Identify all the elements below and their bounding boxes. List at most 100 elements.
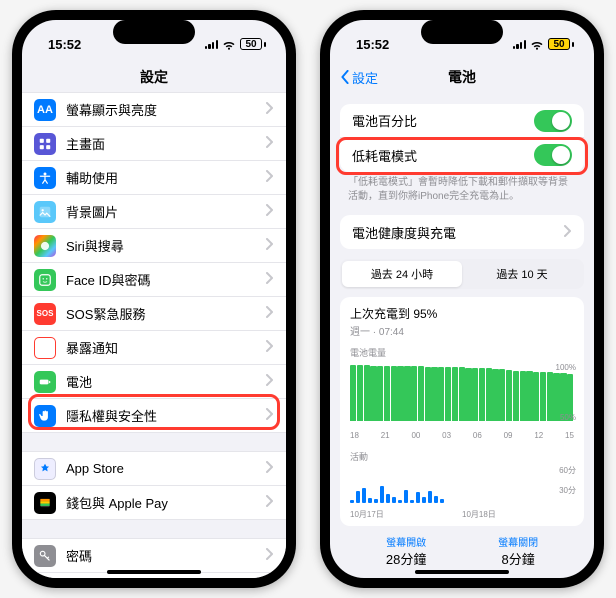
battery-icon bbox=[34, 371, 56, 393]
home-indicator bbox=[415, 570, 509, 574]
last-charge-time: 週一 · 07:44 bbox=[350, 323, 574, 338]
seg-24h[interactable]: 過去 24 小時 bbox=[342, 261, 462, 287]
app-store-label: App Store bbox=[66, 461, 266, 476]
settings-list-1: AA 螢幕顯示與亮度主畫面輔助使用背景圖片 Siri與搜尋 Face ID與密碼 SOS… bbox=[22, 92, 286, 433]
privacy-icon bbox=[34, 405, 56, 427]
dynamic-island bbox=[421, 20, 503, 44]
activity-chart: 60分 30分 bbox=[350, 467, 574, 507]
screen-off-label: 螢幕關閉 bbox=[498, 534, 538, 549]
battery-indicator: 50 bbox=[240, 38, 266, 50]
faceid-passcode-icon bbox=[34, 269, 56, 291]
cellular-icon bbox=[513, 39, 526, 49]
page-title: 電池 bbox=[448, 67, 476, 87]
row-app-store[interactable]: App Store bbox=[22, 452, 286, 486]
siri-search-label: Siri與搜尋 bbox=[66, 236, 266, 255]
chevron-right-icon bbox=[266, 548, 274, 563]
chevron-right-icon bbox=[266, 461, 274, 476]
chevron-right-icon bbox=[266, 340, 274, 355]
chevron-right-icon bbox=[564, 225, 572, 240]
sos-label: SOS緊急服務 bbox=[66, 304, 266, 323]
row-passwords[interactable]: 密碼 bbox=[22, 539, 286, 573]
row-battery[interactable]: 電池 bbox=[22, 365, 286, 399]
seg-10d[interactable]: 過去 10 天 bbox=[462, 261, 582, 287]
status-time: 15:52 bbox=[356, 37, 389, 52]
passwords-icon bbox=[34, 545, 56, 567]
accessibility-icon bbox=[34, 167, 56, 189]
accessibility-label: 輔助使用 bbox=[66, 168, 266, 187]
activity-label: 活動 bbox=[350, 450, 574, 463]
chevron-right-icon bbox=[266, 238, 274, 253]
chevron-right-icon bbox=[266, 306, 274, 321]
wallpaper-icon bbox=[34, 201, 56, 223]
screen-off-value: 8分鐘 bbox=[498, 549, 538, 568]
wifi-icon bbox=[530, 39, 544, 49]
battery-health-row[interactable]: 電池健康度與充電 bbox=[340, 215, 584, 249]
sos-icon: SOS bbox=[34, 303, 56, 325]
battery-pct-toggle[interactable] bbox=[534, 110, 572, 132]
privacy-label: 隱私權與安全性 bbox=[66, 406, 266, 425]
chevron-right-icon bbox=[266, 495, 274, 510]
wallet-icon bbox=[34, 492, 56, 514]
row-home-screen[interactable]: 主畫面 bbox=[22, 127, 286, 161]
usage-summary: 螢幕開啟 28分鐘 螢幕關閉 8分鐘 bbox=[330, 534, 594, 568]
home-screen-label: 主畫面 bbox=[66, 134, 266, 153]
wifi-icon bbox=[222, 39, 236, 49]
siri-search-icon bbox=[34, 235, 56, 257]
nav-bar: 設定 bbox=[22, 62, 286, 92]
chevron-right-icon bbox=[266, 204, 274, 219]
row-display-brightness[interactable]: AA 螢幕顯示與亮度 bbox=[22, 93, 286, 127]
dynamic-island bbox=[113, 20, 195, 44]
last-charge-card: 上次充電到 95% 週一 · 07:44 電池電量 100% 50% 18210… bbox=[340, 297, 584, 526]
phone-right: 15:52 50 設定 電池 電池百分比 bbox=[320, 10, 604, 588]
display-brightness-label: 螢幕顯示與亮度 bbox=[66, 100, 266, 119]
low-power-mode-row[interactable]: 低耗電模式 bbox=[340, 138, 584, 172]
home-indicator bbox=[107, 570, 201, 574]
low-power-toggle[interactable] bbox=[534, 144, 572, 166]
status-time: 15:52 bbox=[48, 37, 81, 52]
battery-indicator: 50 bbox=[548, 38, 574, 50]
chevron-right-icon bbox=[266, 374, 274, 389]
cellular-icon bbox=[205, 39, 218, 49]
chevron-right-icon bbox=[266, 102, 274, 117]
passwords-label: 密碼 bbox=[66, 546, 266, 565]
screen-on-label: 螢幕開啟 bbox=[386, 534, 426, 549]
battery-chart-ticks: 1821000306091215 bbox=[350, 431, 574, 440]
nav-bar: 設定 電池 bbox=[330, 62, 594, 92]
display-brightness-icon: AA bbox=[34, 99, 56, 121]
row-wallpaper[interactable]: 背景圖片 bbox=[22, 195, 286, 229]
row-accessibility[interactable]: 輔助使用 bbox=[22, 161, 286, 195]
battery-level-chart: 100% 50% bbox=[350, 365, 574, 429]
exposure-label: 暴露通知 bbox=[66, 338, 266, 357]
battery-label: 電池 bbox=[66, 372, 266, 391]
settings-screen: 15:52 50 設定 AA 螢幕顯示與亮度主畫面輔助使用背景圖片 Siri與搜尋 F… bbox=[22, 20, 286, 578]
row-faceid-passcode[interactable]: Face ID與密碼 bbox=[22, 263, 286, 297]
exposure-icon bbox=[34, 337, 56, 359]
chevron-right-icon bbox=[266, 170, 274, 185]
battery-toggles-section: 電池百分比 低耗電模式 bbox=[340, 104, 584, 172]
back-button[interactable]: 設定 bbox=[340, 68, 378, 87]
last-charge-title: 上次充電到 95% bbox=[350, 305, 574, 322]
battery-screen: 15:52 50 設定 電池 電池百分比 bbox=[330, 20, 594, 578]
app-store-icon bbox=[34, 458, 56, 480]
battery-level-label: 電池電量 bbox=[350, 346, 574, 359]
battery-percentage-row[interactable]: 電池百分比 bbox=[340, 104, 584, 138]
lowpower-footnote: 「低耗電模式」會暫時降低下載和郵件擷取等背景活動，直到你將iPhone完全充電為… bbox=[330, 172, 594, 203]
page-title: 設定 bbox=[140, 67, 168, 87]
row-sos[interactable]: SOS SOS緊急服務 bbox=[22, 297, 286, 331]
wallpaper-label: 背景圖片 bbox=[66, 202, 266, 221]
activity-chart-ticks: 10月17日 10月18日 bbox=[350, 509, 574, 520]
battery-health-section: 電池健康度與充電 bbox=[340, 215, 584, 249]
row-wallet[interactable]: 錢包與 Apple Pay bbox=[22, 486, 286, 520]
chevron-right-icon bbox=[266, 408, 274, 423]
row-siri-search[interactable]: Siri與搜尋 bbox=[22, 229, 286, 263]
time-range-segmented[interactable]: 過去 24 小時 過去 10 天 bbox=[340, 259, 584, 289]
settings-list-2: App Store 錢包與 Apple Pay bbox=[22, 451, 286, 520]
chevron-right-icon bbox=[266, 272, 274, 287]
faceid-passcode-label: Face ID與密碼 bbox=[66, 270, 266, 289]
row-privacy[interactable]: 隱私權與安全性 bbox=[22, 399, 286, 433]
row-exposure[interactable]: 暴露通知 bbox=[22, 331, 286, 365]
screen-on-value: 28分鐘 bbox=[386, 549, 426, 568]
phone-left: 15:52 50 設定 AA 螢幕顯示與亮度主畫面輔助使用背景圖片 Siri與搜尋 F… bbox=[12, 10, 296, 588]
wallet-label: 錢包與 Apple Pay bbox=[66, 493, 266, 512]
chevron-right-icon bbox=[266, 136, 274, 151]
